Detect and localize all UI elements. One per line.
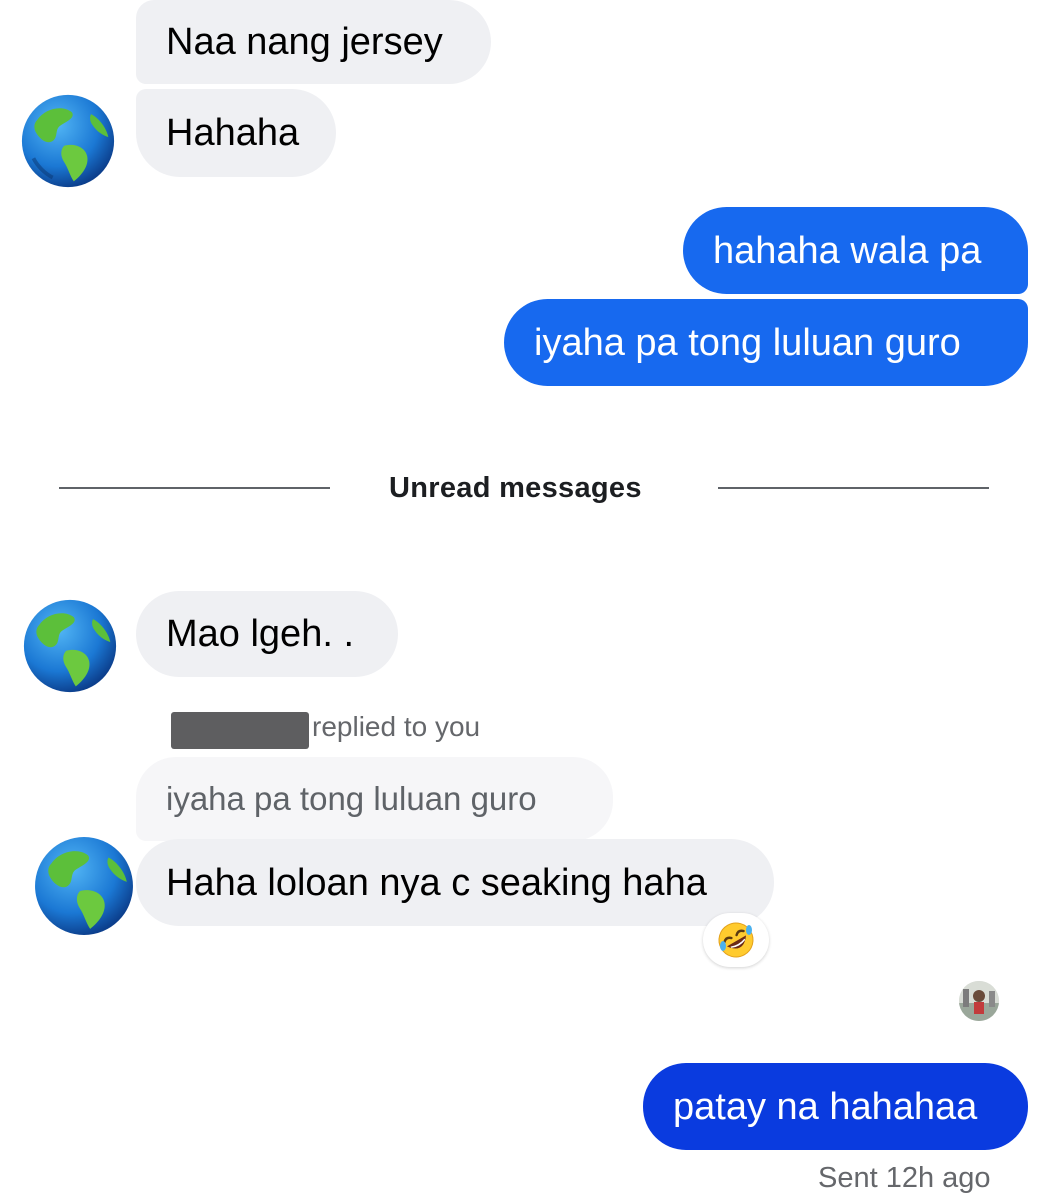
divider-line-right [718,487,989,489]
message-text: Mao lgeh. . [166,613,354,655]
divider-line-left [59,487,330,489]
message-text: iyaha pa tong luluan guro [534,321,961,364]
message-text: hahaha wala pa [713,229,982,272]
unread-divider-label: Unread messages [389,472,642,504]
message-text: Haha loloan nya c seaking haha [166,861,707,904]
reply-meta-text: replied to you [312,711,481,742]
globe-avatar-icon[interactable] [20,93,116,189]
incoming-message[interactable]: Hahaha [136,89,336,177]
outgoing-message[interactable]: patay na hahahaa [643,1063,1028,1150]
message-text: Hahaha [166,112,300,154]
outgoing-message[interactable]: hahaha wala pa [683,207,1028,294]
rolling-on-floor-laughing-emoji-icon [718,922,754,958]
message-text: Naa nang jersey [166,21,443,63]
redacted-sender-name [171,712,309,749]
reaction-badge[interactable] [703,913,769,967]
outgoing-message[interactable]: iyaha pa tong luluan guro [504,299,1028,386]
sent-status: Sent 12h ago [818,1162,991,1194]
incoming-reply-message[interactable]: Haha loloan nya c seaking haha [136,839,774,926]
quoted-message[interactable]: iyaha pa tong luluan guro [136,757,613,841]
incoming-message[interactable]: Mao lgeh. . [136,591,398,677]
seen-avatar-icon [959,981,999,1021]
message-text: patay na hahahaa [673,1085,978,1128]
globe-avatar-icon[interactable] [22,598,118,694]
quoted-text: iyaha pa tong luluan guro [166,780,537,817]
globe-avatar-icon[interactable] [33,835,135,937]
incoming-message[interactable]: Naa nang jersey [136,0,491,84]
